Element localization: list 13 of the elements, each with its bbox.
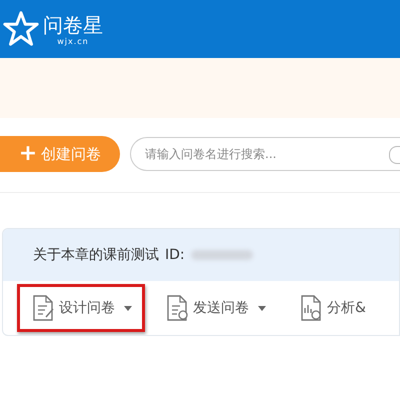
logo-domain: wjx.cn — [57, 36, 89, 46]
clear-icon[interactable] — [389, 146, 400, 164]
search-field[interactable]: 请输入问卷名进行搜索... — [130, 137, 400, 171]
redacted-id — [190, 250, 253, 260]
survey-tool-button[interactable]: 发送问卷 — [151, 284, 279, 332]
survey-tool-button[interactable]: 设计问卷 — [17, 284, 145, 332]
survey-id-label: ID: — [165, 247, 185, 263]
survey-tool-button[interactable]: 分析& — [285, 284, 379, 332]
chart-document-icon — [300, 295, 322, 321]
survey-title: 关于本章的课前测试 — [33, 246, 159, 264]
edit-document-icon — [32, 295, 54, 321]
logo-name: 问卷星 — [43, 12, 103, 36]
star-logo-icon — [2, 10, 40, 48]
